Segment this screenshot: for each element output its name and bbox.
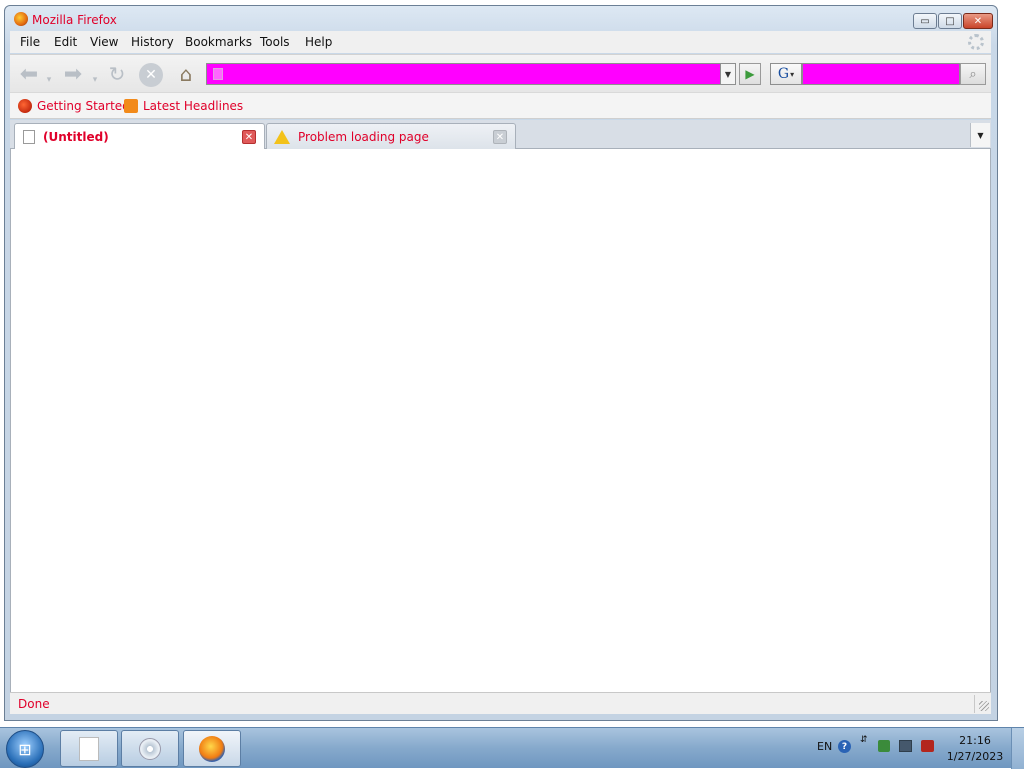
- menu-edit[interactable]: Edit: [54, 35, 77, 49]
- taskbar-explorer-button[interactable]: [60, 730, 118, 767]
- firefox-icon: [199, 735, 225, 762]
- menu-help[interactable]: Help: [305, 35, 332, 49]
- blank-page-icon: [23, 129, 35, 144]
- page-content-area[interactable]: [10, 149, 991, 692]
- stop-button[interactable]: ✕: [139, 63, 163, 87]
- page-favicon-icon: [213, 68, 223, 80]
- close-tab-button[interactable]: ✕: [493, 130, 507, 144]
- home-button[interactable]: ⌂: [173, 62, 199, 86]
- go-arrow-icon: ▶: [745, 67, 755, 81]
- search-box[interactable]: [802, 63, 960, 85]
- back-history-dropdown[interactable]: ▾: [44, 68, 54, 92]
- reload-button[interactable]: ↻: [105, 62, 129, 86]
- security-icon[interactable]: [878, 740, 890, 752]
- bookmarks-toolbar: Getting Started Latest Headlines: [10, 92, 991, 119]
- menu-file[interactable]: File: [20, 35, 40, 49]
- menu-bookmarks[interactable]: Bookmarks: [185, 35, 252, 49]
- rss-feed-icon: [124, 99, 138, 113]
- url-input[interactable]: [229, 64, 709, 84]
- maximize-button[interactable]: □: [938, 13, 962, 29]
- bookmark-getting-started[interactable]: Getting Started: [18, 99, 130, 113]
- google-g-icon: G: [777, 66, 790, 82]
- arrow-left-icon: ⬅: [19, 61, 39, 87]
- document-icon: [79, 736, 99, 761]
- bookmark-label: Getting Started: [37, 99, 130, 113]
- arrow-right-icon: ➡: [63, 61, 83, 87]
- bookmark-latest-headlines[interactable]: Latest Headlines: [124, 99, 243, 113]
- system-clock[interactable]: 21:16 1/27/2023: [944, 733, 1006, 765]
- warning-icon: [274, 129, 290, 144]
- forward-button[interactable]: ➡: [60, 61, 86, 87]
- windows-logo-icon: ⊞: [18, 739, 32, 759]
- clock-time: 21:16: [959, 734, 991, 747]
- start-button[interactable]: ⊞: [6, 730, 44, 768]
- home-icon: ⌂: [179, 62, 193, 86]
- go-button[interactable]: ▶: [739, 63, 761, 85]
- forward-history-dropdown[interactable]: ▾: [90, 68, 100, 92]
- menu-tools[interactable]: Tools: [260, 35, 290, 49]
- taskbar: ⊞ EN ? ⇵ 21:16 1/27/2023: [0, 727, 1024, 769]
- tab-label: (Untitled): [43, 129, 109, 144]
- tab-untitled[interactable]: (Untitled) ✕: [14, 123, 265, 149]
- tab-problem-loading-page[interactable]: Problem loading page ✕: [266, 123, 516, 149]
- show-hidden-icons-icon[interactable]: ⇵: [860, 735, 868, 745]
- network-icon[interactable]: [899, 740, 912, 752]
- magnifier-icon: ⌕: [969, 66, 977, 82]
- navigation-toolbar: ⬅ ▾ ➡ ▾ ↻ ✕ ⌂ ▼ ▶ G ▾ ⌕: [10, 54, 991, 92]
- back-button[interactable]: ⬅: [16, 61, 42, 87]
- search-button[interactable]: ⌕: [960, 63, 986, 85]
- bookmark-label: Latest Headlines: [143, 99, 244, 113]
- language-indicator[interactable]: EN: [817, 740, 832, 753]
- menu-bar: File Edit View History Bookmarks Tools H…: [10, 31, 991, 53]
- menu-history[interactable]: History: [131, 35, 174, 49]
- search-engine-selector[interactable]: G ▾: [770, 63, 802, 85]
- volume-muted-icon[interactable]: [921, 740, 934, 752]
- status-bar: Done: [10, 692, 991, 714]
- status-text: Done: [18, 697, 50, 711]
- url-history-dropdown[interactable]: ▼: [720, 63, 736, 85]
- firefox-bookmark-icon: [18, 99, 32, 113]
- minimize-button[interactable]: ▭: [913, 13, 937, 29]
- reload-icon: ↻: [108, 62, 126, 86]
- url-bar[interactable]: [206, 63, 736, 85]
- taskbar-firefox-button[interactable]: [183, 730, 241, 767]
- show-desktop-button[interactable]: [1011, 728, 1024, 769]
- resize-grip[interactable]: [979, 701, 989, 711]
- clock-date: 1/27/2023: [946, 750, 1004, 763]
- window-title: Mozilla Firefox: [32, 13, 117, 27]
- menu-view[interactable]: View: [90, 35, 118, 49]
- firefox-logo-icon: [14, 12, 28, 26]
- stop-icon: ✕: [145, 67, 157, 83]
- title-bar: Mozilla Firefox ▭ □ ✕: [8, 7, 994, 33]
- status-divider: [974, 695, 975, 713]
- taskbar-media-button[interactable]: [121, 730, 179, 767]
- close-window-button[interactable]: ✕: [963, 13, 993, 29]
- media-player-icon: [139, 737, 161, 760]
- help-icon[interactable]: ?: [838, 740, 851, 753]
- close-tab-button[interactable]: ✕: [242, 130, 256, 144]
- search-input[interactable]: [807, 64, 957, 84]
- tab-label: Problem loading page: [298, 129, 429, 144]
- throbber-icon: [968, 34, 984, 50]
- tab-list-dropdown[interactable]: ▼: [970, 123, 990, 147]
- tab-strip: (Untitled) ✕ Problem loading page ✕ ▼: [10, 120, 991, 149]
